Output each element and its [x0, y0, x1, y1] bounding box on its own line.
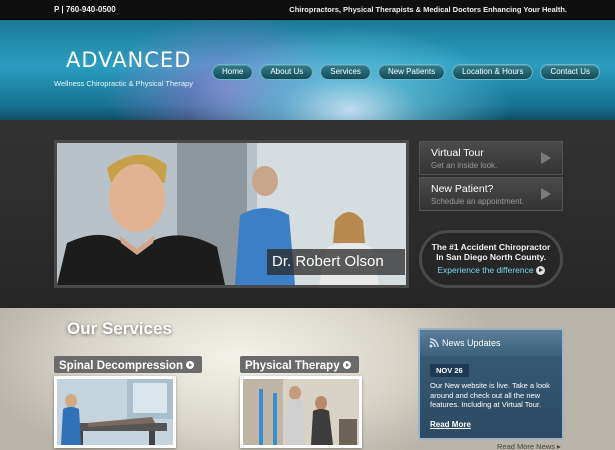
virtual-tour-button[interactable]: Virtual Tour Get an inside look. — [419, 141, 563, 175]
phone-number[interactable]: P | 760-940-0500 — [54, 5, 116, 14]
news-read-more-link[interactable]: Read More — [430, 420, 471, 429]
accident-promo: The #1 Accident Chiropractor In San Dieg… — [419, 230, 563, 288]
physical-therapy-image — [243, 379, 359, 445]
nav-services[interactable]: Services — [320, 64, 371, 80]
news-updates-panel: News Updates NOV 26 Our New website is l… — [418, 328, 564, 440]
rss-icon — [429, 338, 439, 348]
play-circle-icon — [535, 266, 545, 276]
nav-location-hours[interactable]: Location & Hours — [452, 64, 534, 80]
photo-caption: Dr. Robert Olson — [272, 253, 384, 270]
experience-link[interactable]: Experience the difference — [422, 265, 560, 276]
service-label: Spinal Decompression — [59, 360, 183, 372]
play-arrow-icon — [541, 152, 551, 164]
services-title-reflection: Our Services — [67, 328, 172, 339]
nav-home[interactable]: Home — [212, 64, 254, 80]
nav-about-us[interactable]: About Us — [260, 64, 314, 80]
tagline: Chiropractors, Physical Therapists & Med… — [289, 5, 567, 14]
virtual-tour-title: Virtual Tour — [431, 147, 484, 159]
feature-area: Dr. Robert Olson Virtual Tour Get an ins… — [0, 120, 615, 308]
site-header: ADVANCED Wellness Chiropractic & Physica… — [0, 20, 615, 120]
read-more-news-link[interactable]: Read More News ▸ — [497, 442, 561, 450]
read-more-news-text: Read More News — [497, 442, 555, 450]
news-date-badge: NOV 26 — [430, 364, 469, 377]
news-header-title: News Updates — [442, 338, 501, 348]
services-area: Our Services Our Services Spinal Decompr… — [0, 308, 615, 450]
arrow-circle-icon — [185, 361, 194, 369]
new-patient-title: New Patient? — [431, 183, 494, 195]
service-label: Physical Therapy — [245, 360, 340, 372]
nav-new-patients[interactable]: New Patients — [377, 64, 446, 80]
news-body: Our New website is live. Take a look aro… — [430, 381, 550, 409]
spinal-decompression-image — [57, 379, 173, 445]
service-spinal-decompression[interactable]: Spinal Decompression — [54, 356, 202, 373]
nav-contact-us[interactable]: Contact Us — [540, 64, 601, 80]
new-patient-subtitle: Schedule an appointment. — [431, 197, 524, 206]
service-physical-therapy[interactable]: Physical Therapy — [240, 356, 359, 373]
main-nav: Home About Us Services New Patients Loca… — [212, 64, 601, 80]
experience-link-text: Experience the difference — [437, 265, 534, 275]
top-bar: P | 760-940-0500 Chiropractors, Physical… — [0, 0, 615, 20]
small-arrow-icon: ▸ — [557, 442, 561, 450]
promo-line-1: The #1 Accident Chiropractor — [431, 242, 551, 252]
logo-subtitle: Wellness Chiropractic & Physical Therapy — [54, 79, 193, 88]
logo-brand: ADVANCED — [66, 48, 192, 72]
logo[interactable]: ADVANCED Wellness Chiropractic & Physica… — [54, 48, 193, 88]
virtual-tour-subtitle: Get an inside look. — [431, 161, 498, 170]
arrow-circle-icon — [342, 361, 351, 369]
doctor-photo: Dr. Robert Olson — [54, 140, 409, 288]
spinal-decompression-thumbnail[interactable] — [54, 376, 176, 448]
promo-line-2: In San Diego North County. — [436, 252, 546, 262]
photo-caption-box: Dr. Robert Olson — [267, 249, 405, 275]
physical-therapy-thumbnail[interactable] — [240, 376, 362, 448]
new-patient-button[interactable]: New Patient? Schedule an appointment. — [419, 177, 563, 211]
news-header: News Updates — [420, 330, 562, 356]
play-arrow-icon — [541, 188, 551, 200]
